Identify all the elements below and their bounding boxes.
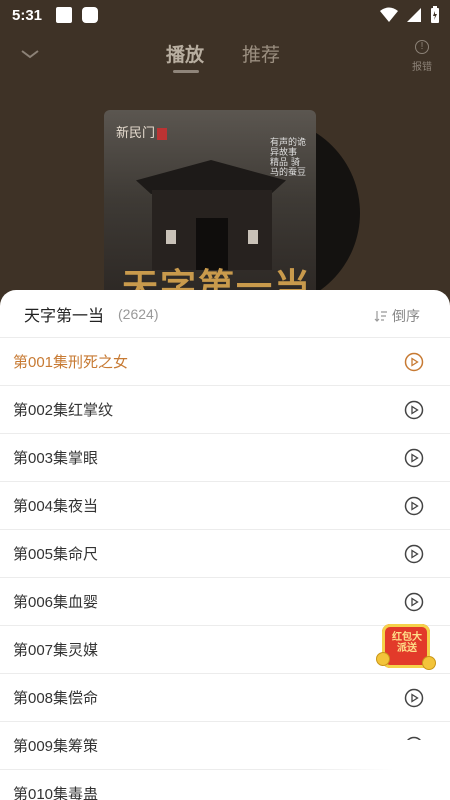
- status-time: 5:31: [12, 6, 43, 24]
- coin-icon: [422, 656, 436, 670]
- episode-title: 第005集命尺: [13, 546, 99, 563]
- episode-title: 第001集刑死之女: [13, 354, 129, 371]
- episode-title: 第003集掌眼: [13, 450, 99, 467]
- sort-icon: [374, 311, 387, 322]
- episode-row[interactable]: 第001集刑死之女: [0, 338, 450, 386]
- exclamation-circle-icon: !: [415, 40, 429, 54]
- chevron-down-icon[interactable]: [18, 42, 42, 66]
- top-nav: 播放 推荐 ! 报错: [0, 36, 450, 80]
- report-button[interactable]: ! 报错: [412, 40, 432, 73]
- active-tab-indicator: [173, 70, 199, 73]
- episode-row[interactable]: 第003集掌眼: [0, 434, 450, 482]
- episode-list: 第001集刑死之女 第002集红掌纹 第003集掌眼 第004集夜当 第005集…: [0, 338, 450, 800]
- play-circle-icon[interactable]: [404, 400, 424, 420]
- status-icons: [380, 6, 440, 24]
- episode-row[interactable]: 第006集血婴: [0, 578, 450, 626]
- play-circle-icon[interactable]: [404, 544, 424, 564]
- episode-count: (2624): [118, 305, 159, 322]
- battery-icon: [431, 6, 439, 23]
- report-label: 报错: [412, 62, 432, 73]
- play-circle-icon[interactable]: [404, 352, 424, 372]
- episode-title: 第008集偿命: [13, 690, 99, 707]
- episode-title: 第007集灵媒: [13, 642, 99, 659]
- playlist-sheet: 天字第一当 (2624) 倒序 第001集刑死之女 第002集红掌纹 第003集…: [0, 290, 450, 800]
- coin-icon: [376, 652, 390, 666]
- episode-title: 第010集毒蛊: [13, 786, 99, 800]
- episode-title: 第006集血婴: [13, 594, 99, 611]
- fade-overlay: [310, 740, 450, 800]
- promo-label: 红包大派送: [392, 632, 422, 654]
- cover-window: [248, 230, 258, 244]
- tab-recommend[interactable]: 推荐: [242, 40, 280, 67]
- sort-button[interactable]: 倒序: [374, 306, 420, 326]
- red-packet-promo-button[interactable]: 红包大派送: [376, 622, 436, 672]
- episode-row[interactable]: 第004集夜当: [0, 482, 450, 530]
- episode-row[interactable]: 第008集偿命: [0, 674, 450, 722]
- play-circle-icon[interactable]: [404, 592, 424, 612]
- episode-row[interactable]: 第002集红掌纹: [0, 386, 450, 434]
- sort-label: 倒序: [392, 308, 420, 324]
- cover-side-text: 有声的诡异故事 精品 骑马的蚕豆: [270, 138, 307, 178]
- cover-window: [166, 230, 176, 244]
- notification-icon: [56, 7, 73, 23]
- episode-title: 第009集筹策: [13, 738, 99, 755]
- playlist-header: 天字第一当 (2624) 倒序: [0, 290, 450, 338]
- wifi-icon: [380, 7, 398, 22]
- play-circle-icon[interactable]: [404, 496, 424, 516]
- stamp-icon: [157, 127, 168, 140]
- signal-icon: [407, 8, 421, 22]
- play-circle-icon[interactable]: [404, 688, 424, 708]
- status-bar: 5:31: [0, 0, 450, 30]
- playlist-title: 天字第一当: [24, 307, 105, 325]
- episode-row[interactable]: 第005集命尺: [0, 530, 450, 578]
- play-circle-icon[interactable]: [404, 448, 424, 468]
- tab-bar: 播放 推荐: [166, 40, 280, 67]
- episode-title: 第004集夜当: [13, 498, 99, 515]
- tab-play[interactable]: 播放: [166, 40, 204, 67]
- episode-title: 第002集红掌纹: [13, 402, 114, 419]
- cover-publisher-text: 新民门: [116, 126, 156, 141]
- cover-roof: [136, 160, 286, 194]
- cover-publisher: 新民门: [116, 122, 168, 141]
- album-cover: 新民门 有声的诡异故事 精品 骑马的蚕豆 天字第一当: [104, 110, 316, 310]
- notification-icon: [82, 7, 99, 23]
